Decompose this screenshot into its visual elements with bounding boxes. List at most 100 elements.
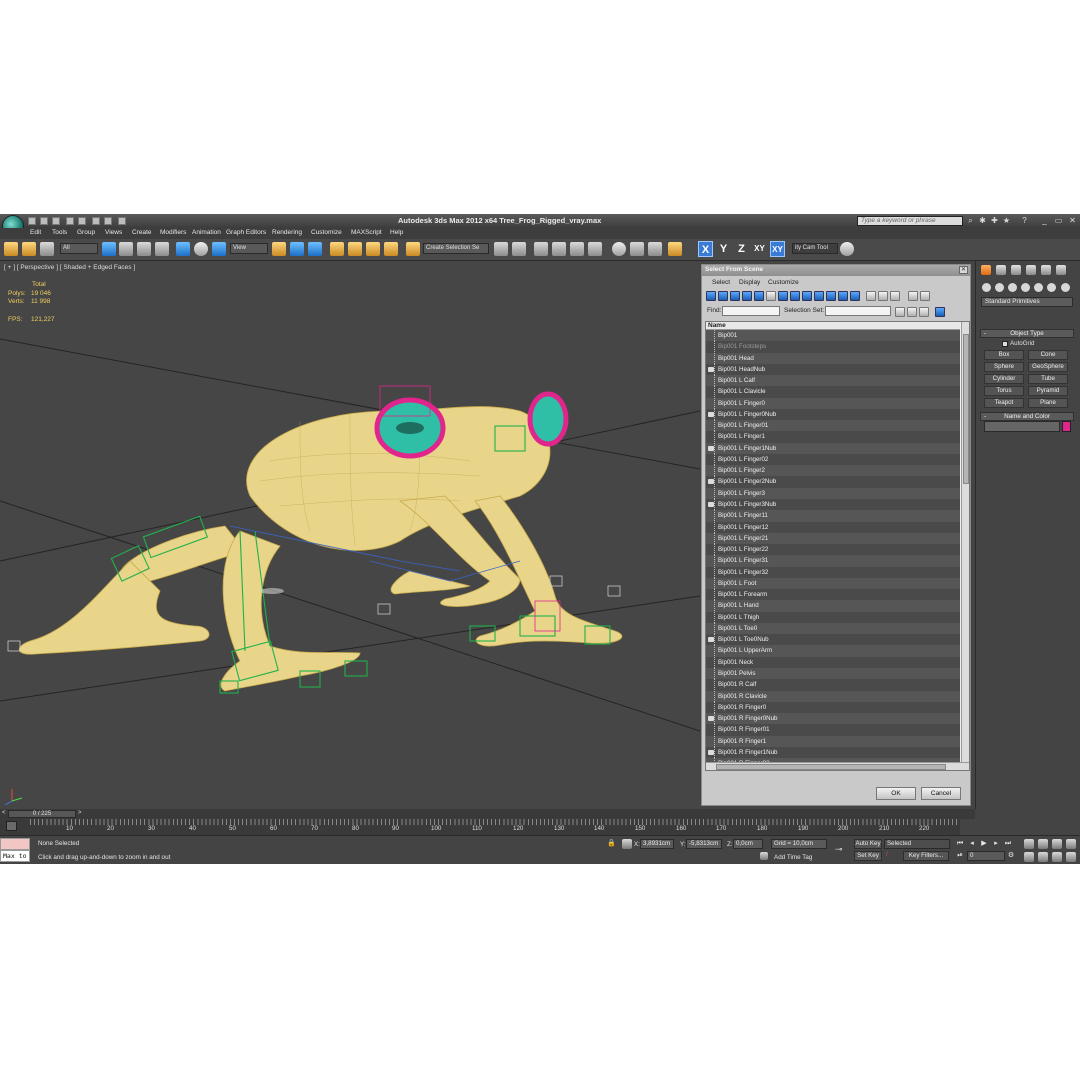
select-rotate-icon[interactable] [194,242,208,256]
z-coord-field[interactable]: 0,0cm [733,839,763,849]
menu-rendering[interactable]: Rendering [272,229,302,236]
communication-icon[interactable]: ✚ [990,217,999,225]
maxscript-listener-input[interactable]: Max to [0,850,30,862]
geometry-icon[interactable] [982,283,991,292]
zoom-extents-icon[interactable] [1052,839,1062,849]
maxscript-listener-output[interactable] [0,838,30,850]
menu-create[interactable]: Create [132,229,152,236]
add-time-tag-button[interactable]: Add Time Tag [774,854,812,861]
lights-icon[interactable] [1008,283,1017,292]
menu-customize[interactable]: Customize [311,229,342,236]
motion-tab-icon[interactable] [1026,265,1036,275]
rectangular-selection-icon[interactable] [137,242,151,256]
cam-tool-dropdown[interactable]: ity Cam Tool [792,243,838,254]
mini-curve-editor-icon[interactable] [6,821,17,831]
set-key-icon[interactable]: ⊸ [835,844,851,854]
camera-tool-icon[interactable] [840,242,854,256]
list-item[interactable]: Bip001 L Finger32 [706,566,960,578]
viewport-label[interactable]: [ + ] [ Perspective ] [ Shaded + Edged F… [4,264,135,271]
helpers-icon[interactable] [1034,283,1043,292]
selection-filter-dropdown[interactable]: All [60,243,98,254]
select-scale-icon[interactable] [212,242,226,256]
display-shapes-icon[interactable] [718,291,728,301]
restrict-y-button[interactable]: Y [716,241,731,257]
redo-icon[interactable] [78,217,86,225]
dialog-close-button[interactable]: ✕ [959,266,968,274]
list-item[interactable]: Bip001 L Finger12 [706,521,960,533]
list-item[interactable]: Bip001 R Finger1 [706,735,960,747]
time-slider-right-arrow-icon[interactable]: > [78,810,82,816]
invert-display-icon[interactable] [878,291,888,301]
list-item[interactable]: Bip001 L Toe0Nub [706,634,960,646]
display-tab-icon[interactable] [1041,265,1051,275]
list-item[interactable]: Bip001 L Finger1Nub [706,442,960,454]
cylinder-button[interactable]: Cylinder [984,374,1024,384]
list-item[interactable]: Bip001 L Foot [706,577,960,590]
menu-group[interactable]: Group [77,229,95,236]
field-of-view-icon[interactable] [1024,852,1034,862]
sphere-button[interactable]: Sphere [984,362,1024,372]
time-config-icon[interactable]: ⚙ [1006,851,1016,861]
list-item[interactable]: Bip001 L Finger11 [706,510,960,522]
render-setup-icon[interactable] [630,242,644,256]
teapot-button[interactable]: Teapot [984,398,1024,408]
restrict-plane-button[interactable]: XY [770,241,785,257]
list-item[interactable]: Bip001 L Finger21 [706,532,960,545]
zoom-icon[interactable] [1024,839,1034,849]
bind-space-warp-icon[interactable] [40,242,54,256]
project-folder-icon[interactable] [118,217,126,225]
selection-set-dropdown[interactable] [825,306,891,316]
list-item[interactable]: Bip001 L Finger02 [706,453,960,466]
list-horizontal-scroll-thumb[interactable] [716,764,946,770]
restrict-x-button[interactable]: X [698,241,713,257]
hold-icon[interactable] [92,217,100,225]
undo-icon[interactable] [66,217,74,225]
menu-edit[interactable]: Edit [30,229,41,236]
filter-icon[interactable] [908,291,918,301]
schematic-view-icon[interactable] [588,242,602,256]
orbit-icon[interactable] [1052,852,1062,862]
dialog-menu-select[interactable]: Select [712,279,730,286]
shapes-icon[interactable] [995,283,1004,292]
primitive-category-dropdown[interactable]: Standard Primitives [981,297,1073,307]
object-name-field[interactable] [984,421,1060,432]
percent-snap-icon[interactable] [366,242,380,256]
space-warps-icon[interactable] [1047,283,1056,292]
list-item[interactable]: Bip001 Pelvis [706,667,960,680]
ok-button[interactable]: OK [876,787,916,800]
display-geometry-icon[interactable] [706,291,716,301]
autogrid-checkbox[interactable] [1002,341,1008,347]
list-horizontal-scrollbar[interactable] [706,762,969,770]
graphite-toolbar-icon[interactable] [552,242,566,256]
align-icon[interactable] [512,242,526,256]
save-file-icon[interactable] [52,217,60,225]
list-item[interactable]: Bip001 Footsteps [706,341,960,353]
name-and-color-rollout[interactable]: - Name and Color [980,412,1074,421]
track-bar[interactable]: 10 20 30 40 50 60 70 80 90 100 110 120 1… [0,819,960,835]
time-tag-icon[interactable] [760,852,768,860]
y-coord-field[interactable]: -5,8313cm [686,839,722,849]
select-none-icon[interactable] [907,307,917,317]
minimize-icon[interactable]: _ [1040,217,1049,225]
select-by-name-icon[interactable] [119,242,133,256]
display-hidden-icon[interactable] [838,291,848,301]
zoom-extents-all-icon[interactable] [1066,839,1076,849]
list-vertical-scroll-thumb[interactable] [963,334,969,484]
key-mode-dropdown[interactable]: Selected [884,839,950,849]
list-item[interactable]: Bip001 L Thigh [706,611,960,623]
pyramid-button[interactable]: Pyramid [1028,386,1068,396]
display-helpers-icon[interactable] [754,291,764,301]
list-item[interactable]: Bip001 L Finger1 [706,431,960,443]
select-invert-icon[interactable] [919,307,929,317]
list-item[interactable]: Bip001 L Clavicle [706,386,960,398]
display-bones-icon[interactable] [802,291,812,301]
cameras-icon[interactable] [1021,283,1030,292]
set-key-button[interactable]: Set Key [854,851,882,861]
select-all-icon[interactable] [895,307,905,317]
list-item[interactable]: Bip001 R Finger1Nub [706,746,960,759]
open-file-icon[interactable] [40,217,48,225]
select-object-icon[interactable] [102,242,116,256]
restrict-z-button[interactable]: Z [734,241,749,257]
layer-manager-icon[interactable] [534,242,548,256]
restore-icon[interactable]: ▭ [1054,217,1063,225]
